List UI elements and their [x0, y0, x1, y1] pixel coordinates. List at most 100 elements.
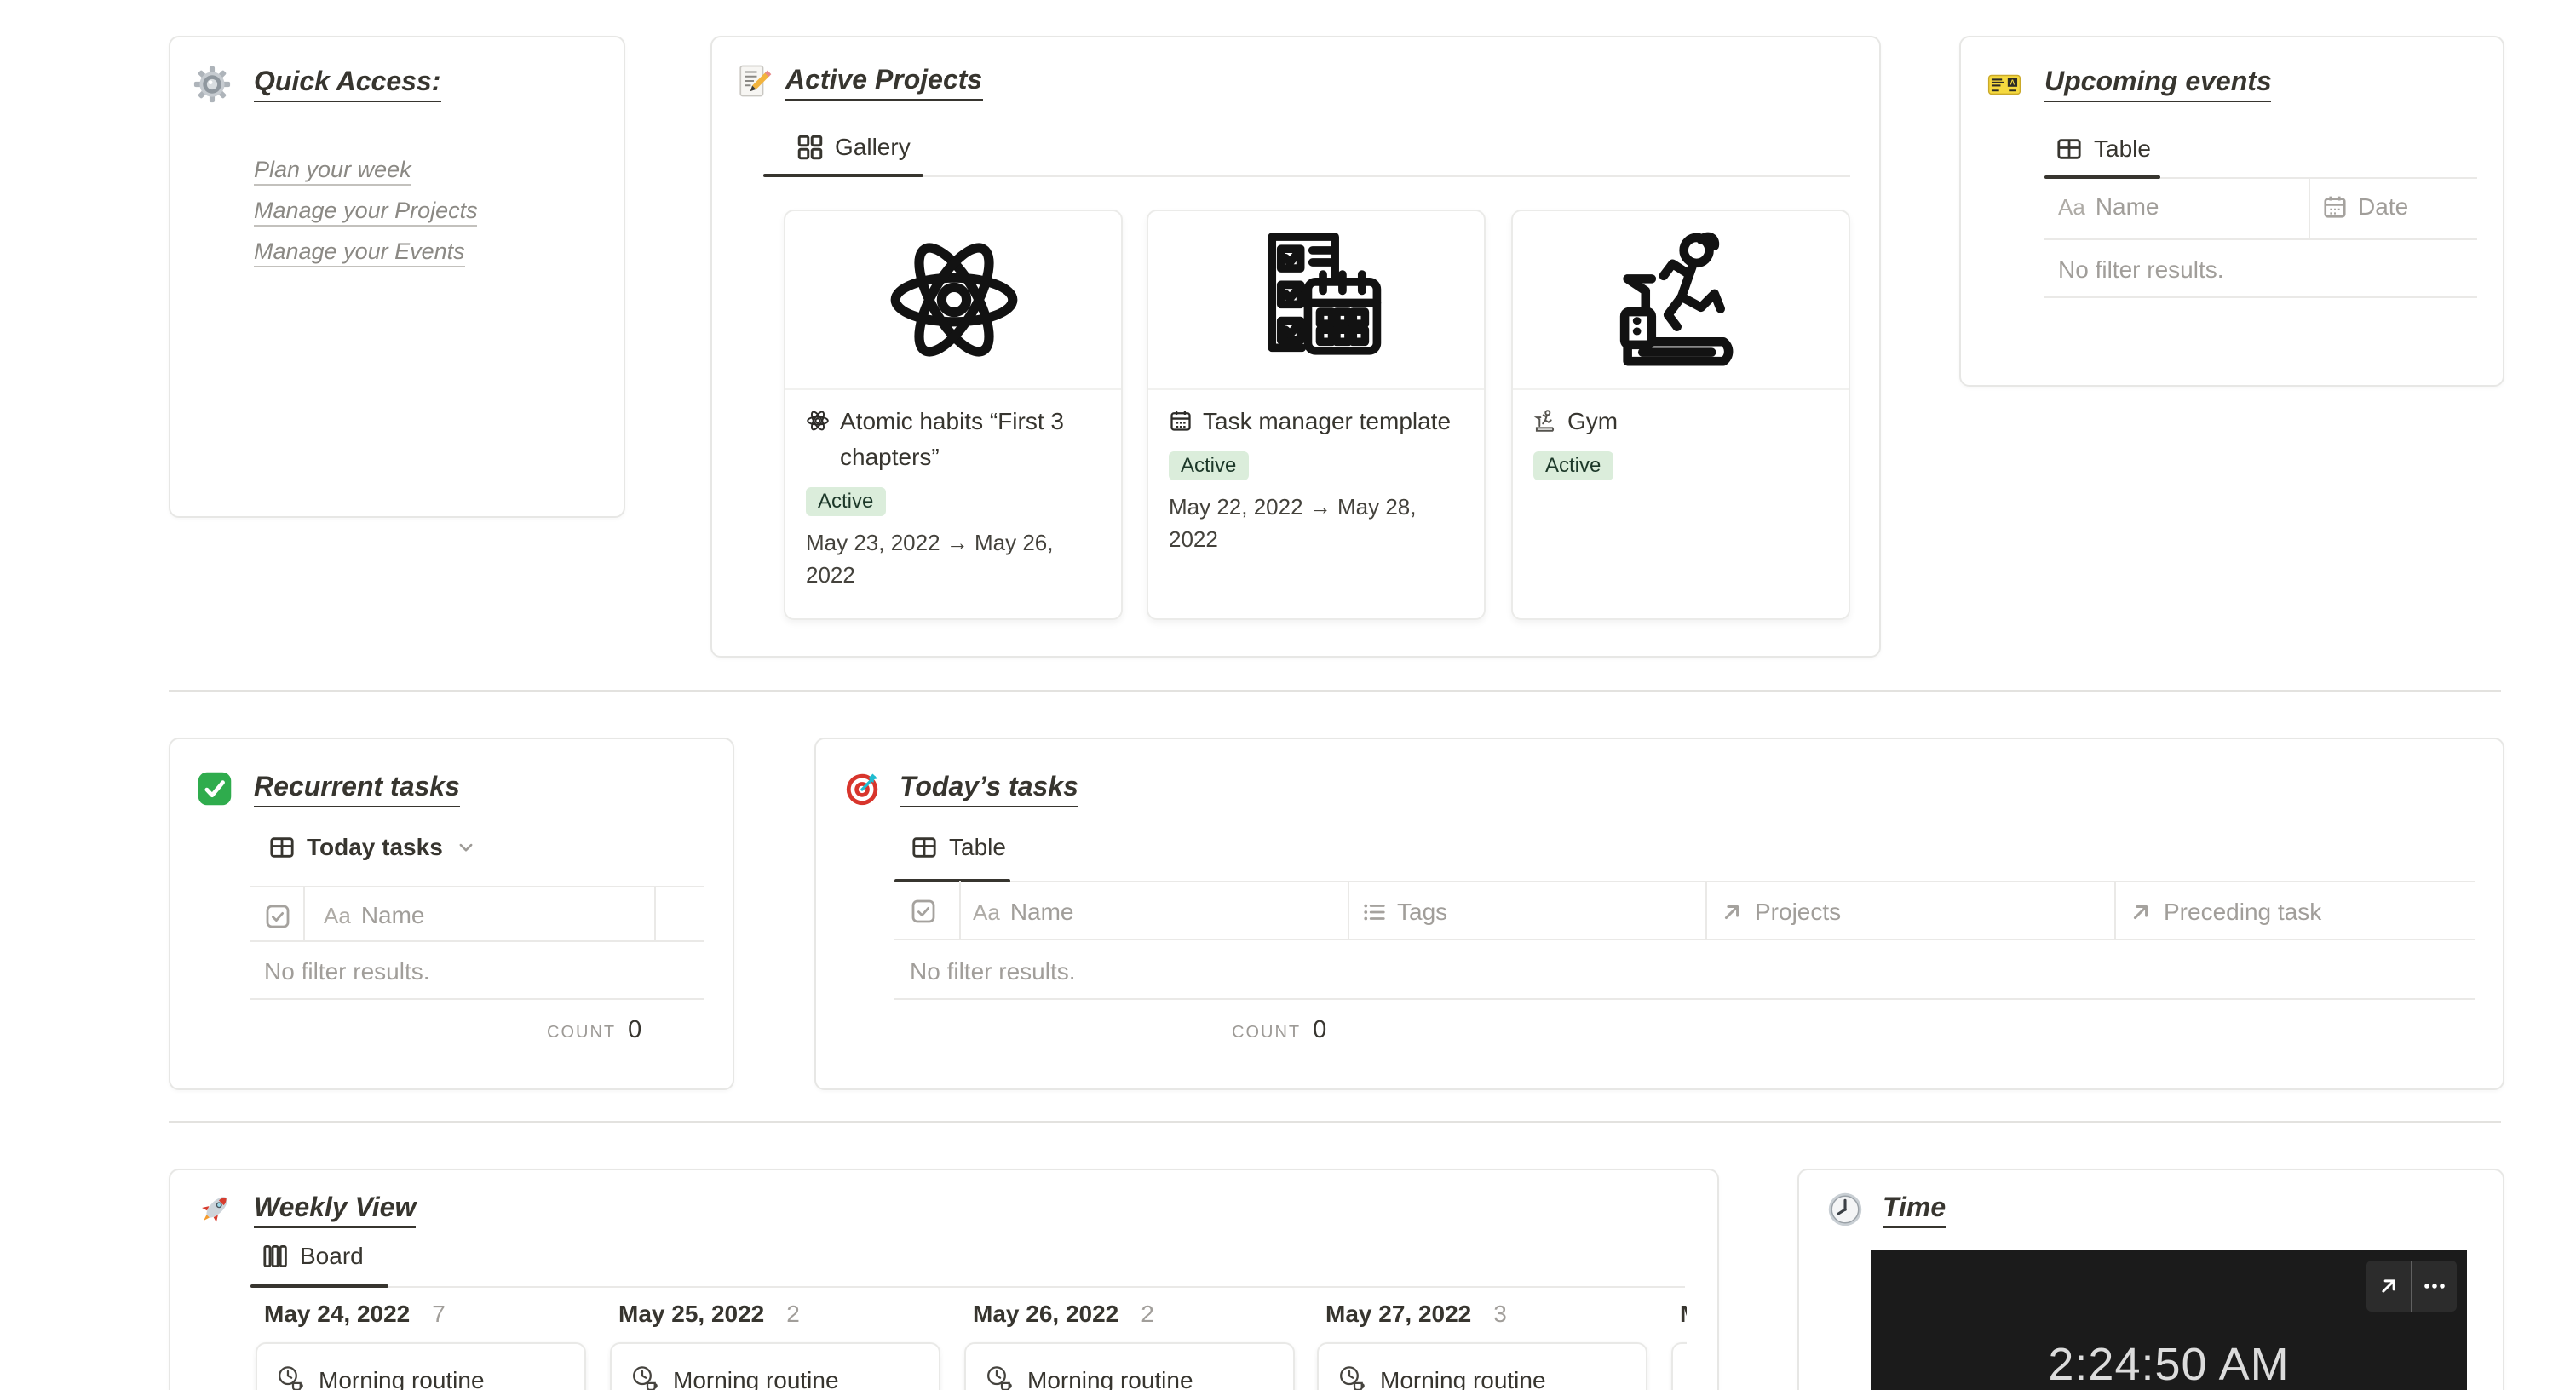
text-property-icon: Aa: [973, 899, 1000, 924]
upcoming-events-title[interactable]: Upcoming events: [2044, 68, 2272, 102]
check-mark-icon: [198, 772, 232, 806]
board-card-morning-routine[interactable]: Morning routine: [256, 1342, 586, 1390]
board-card-morning-routine[interactable]: Morning routine: [964, 1342, 1295, 1390]
clock-embed-widget: 2:24:50 AM: [1871, 1250, 2467, 1390]
recurrent-tasks-card: Recurrent tasks Today tasks Aa Name No f…: [169, 738, 734, 1090]
gallery-icon: [797, 134, 823, 159]
gallery-card-gym[interactable]: Gym Active: [1511, 210, 1850, 620]
gym-icon: [1533, 410, 1555, 432]
gallery-card-title: Atomic habits “First 3 chapters”: [840, 407, 1064, 470]
status-badge: Active: [1169, 451, 1249, 480]
column-header-projects[interactable]: Projects: [1719, 898, 1841, 925]
atom-illustration: [785, 211, 1121, 390]
link-plan-your-week[interactable]: Plan your week: [254, 157, 411, 186]
memo-icon: [739, 65, 772, 97]
gallery-card-atomic-habits[interactable]: Atomic habits “First 3 chapters” Active …: [784, 210, 1123, 620]
card-date-range: May 23, 2022 → May 26, 2022: [806, 530, 1054, 588]
column-header-tags[interactable]: Tags: [1361, 898, 1447, 925]
todays-tasks-card: Today’s tasks Table Aa Name Tags Project…: [814, 738, 2504, 1090]
weekly-view-title[interactable]: Weekly View: [254, 1194, 417, 1228]
morning-routine-icon: [985, 1364, 1014, 1390]
treadmill-illustration: [1513, 211, 1849, 390]
table-icon: [269, 834, 295, 859]
gear-icon: [193, 66, 231, 103]
tab-board-label: Board: [300, 1242, 364, 1269]
active-tab-indicator: [763, 173, 923, 177]
checkbox-property-icon[interactable]: [264, 903, 291, 930]
column-header-name[interactable]: Aa Name: [324, 901, 425, 928]
link-manage-your-projects[interactable]: Manage your Projects: [254, 198, 478, 227]
checklist-calendar-illustration: [1148, 211, 1484, 390]
board-column-header[interactable]: May 26, 2022 2: [973, 1300, 1154, 1327]
list-icon: [1361, 899, 1387, 924]
todays-tasks-title[interactable]: Today’s tasks: [900, 773, 1078, 807]
recurrent-tasks-title[interactable]: Recurrent tasks: [254, 773, 460, 807]
active-tab-indicator: [250, 1284, 388, 1288]
board-card-morning-routine[interactable]: Morning routine: [1671, 1342, 1687, 1390]
tab-table[interactable]: Table: [2056, 135, 2151, 162]
text-property-icon: Aa: [2058, 193, 2085, 219]
atom-icon: [807, 411, 829, 431]
column-header-preceding-task[interactable]: Preceding task: [2128, 898, 2321, 925]
quick-access-card: Quick Access: Plan your week Manage your…: [169, 36, 625, 518]
tab-gallery-label: Gallery: [835, 133, 911, 160]
more-options-button[interactable]: [2411, 1261, 2457, 1312]
gallery-card-title: Task manager template: [1203, 407, 1452, 434]
board-columns: May 24, 2022 7 Morning routine May 25, 20…: [250, 1296, 1687, 1390]
column-header-date[interactable]: Date: [2322, 192, 2408, 220]
section-divider: [169, 690, 2501, 692]
status-badge: Active: [1533, 451, 1613, 480]
table-icon: [2056, 135, 2082, 161]
active-tab-indicator: [894, 878, 1010, 882]
relation-arrow-icon: [1719, 899, 1745, 924]
no-results-text: No filter results.: [264, 957, 430, 985]
no-results-text: No filter results.: [910, 957, 1076, 985]
rocket-icon: [202, 1197, 227, 1222]
gallery-card-title: Gym: [1567, 407, 1619, 434]
board-column-header[interactable]: May 25, 2022 2: [618, 1300, 800, 1327]
gallery-card-task-manager[interactable]: Task manager template Active May 22, 202…: [1147, 210, 1486, 620]
column-header-name[interactable]: Aa Name: [973, 898, 1074, 925]
no-results-text: No filter results.: [2058, 256, 2224, 283]
count-aggregate[interactable]: COUNT 0: [547, 1017, 641, 1044]
view-switcher-today-tasks[interactable]: Today tasks: [269, 833, 477, 860]
card-date-range: May 22, 2022 → May 28, 2022: [1169, 494, 1417, 552]
time-title[interactable]: Time: [1883, 1194, 1946, 1228]
upcoming-events-card: A Upcoming events Table Aa Name Date No …: [1959, 36, 2504, 387]
count-aggregate[interactable]: COUNT 0: [1232, 1017, 1326, 1044]
section-divider: [169, 1121, 2501, 1123]
arrow-up-right-icon: [2382, 1279, 2395, 1293]
active-projects-card: Active Projects Gallery Atomic habits “F…: [710, 36, 1881, 658]
board-card-morning-routine[interactable]: Morning routine: [1317, 1342, 1647, 1390]
morning-routine-icon: [1337, 1364, 1366, 1390]
text-property-icon: Aa: [324, 902, 351, 928]
tab-gallery[interactable]: Gallery: [797, 133, 911, 160]
board-column-header[interactable]: May 24, 2022 7: [264, 1300, 446, 1327]
tab-table-label: Table: [949, 833, 1006, 860]
tab-table[interactable]: Table: [911, 833, 1006, 860]
notion-dashboard-page: Quick Access: Plan your week Manage your…: [0, 0, 2576, 1390]
open-in-new-tab-button[interactable]: [2366, 1261, 2411, 1312]
active-projects-title[interactable]: Active Projects: [785, 66, 983, 101]
tab-board[interactable]: Board: [262, 1242, 364, 1269]
checkbox-property-icon[interactable]: [910, 898, 937, 925]
time-card: Time 2:24:50 AM: [1797, 1169, 2504, 1390]
link-manage-your-events[interactable]: Manage your Events: [254, 238, 465, 267]
board-column-header[interactable]: May 27, 2022 3: [1325, 1300, 1507, 1327]
svg-text:A: A: [2010, 79, 2015, 87]
view-label: Today tasks: [307, 833, 443, 860]
clock-icon: [1828, 1192, 1862, 1226]
relation-arrow-icon: [2128, 899, 2153, 924]
column-header-name[interactable]: Aa Name: [2058, 192, 2159, 220]
active-tab-indicator: [2044, 175, 2160, 179]
weekly-view-card: Weekly View Board May 24, 2022 7 Morning …: [169, 1169, 1719, 1390]
ticket-icon: A: [1987, 74, 2021, 95]
board-column-header[interactable]: May 28, 2022: [1680, 1300, 1687, 1327]
calendar-page-icon: [1170, 411, 1191, 431]
quick-access-title[interactable]: Quick Access:: [254, 68, 441, 102]
digital-clock-readout: 2:24:50 AM: [2048, 1339, 2290, 1390]
status-badge: Active: [806, 487, 886, 516]
board-card-morning-routine[interactable]: Morning routine: [610, 1342, 940, 1390]
chevron-down-icon: [455, 836, 477, 858]
embed-controls: [2366, 1261, 2457, 1312]
